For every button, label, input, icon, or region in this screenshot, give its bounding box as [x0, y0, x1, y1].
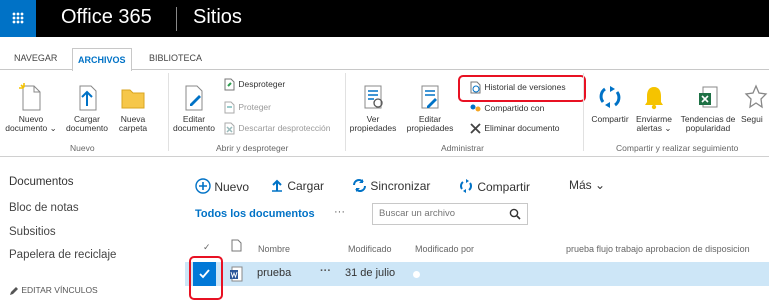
new-command-label: Nuevo: [214, 180, 250, 194]
group-label-nuevo: Nuevo: [70, 143, 95, 153]
add-circle-icon: [195, 178, 211, 194]
row-modified: 31 de julio: [345, 267, 396, 279]
shared-with-label: Compartido con: [484, 102, 545, 113]
tab-navegar[interactable]: NAVEGAR: [9, 49, 62, 68]
new-document-label-2: documento ⌄: [5, 123, 57, 133]
nav-item-bloc-de-notas[interactable]: Bloc de notas: [9, 202, 79, 214]
nav-item-documentos[interactable]: Documentos: [9, 176, 74, 188]
share-label: Compartir: [591, 114, 629, 124]
column-header-modificado-por[interactable]: Modificado por: [415, 244, 474, 254]
edit-document-button[interactable]: Editar documento: [170, 82, 218, 133]
folder-icon: [121, 89, 145, 109]
presence-indicator: [413, 271, 420, 278]
word-document-icon: [230, 266, 243, 282]
excel-icon: [699, 86, 718, 108]
version-history-highlight: [458, 75, 586, 102]
upload-document-button[interactable]: Cargar documento: [64, 82, 110, 133]
new-document-icon: [19, 83, 41, 111]
upload-command[interactable]: Cargar: [270, 178, 324, 193]
checkbox-highlight: [189, 256, 223, 300]
group-label-compartir: Compartir y realizar seguimiento: [616, 143, 739, 153]
popularity-trends-button[interactable]: Tendencias de popularidad: [677, 82, 739, 133]
site-title[interactable]: Sitios: [193, 6, 242, 29]
shared-with-icon: [470, 104, 481, 112]
app-title[interactable]: Office 365: [61, 6, 152, 29]
column-header-nombre[interactable]: Nombre: [258, 244, 290, 254]
search-input[interactable]: [373, 204, 507, 222]
column-header-modificado[interactable]: Modificado: [348, 244, 392, 254]
share-button[interactable]: Compartir: [586, 82, 634, 124]
group-label-administrar: Administrar: [441, 143, 484, 153]
checkin-icon: [224, 101, 235, 114]
delete-icon: [470, 123, 481, 134]
alert-me-button[interactable]: Enviarme alertas ⌄: [632, 82, 676, 133]
discard-checkout-icon: [224, 122, 235, 135]
file-type-header-icon: [231, 239, 242, 252]
edit-document-icon: [185, 85, 203, 111]
edit-properties-button[interactable]: Editar propiedades: [404, 82, 456, 133]
follow-label: Segui: [741, 114, 763, 124]
checkout-icon: [224, 78, 235, 91]
group-label-abrir: Abrir y desproteger: [216, 143, 289, 153]
search-icon[interactable]: [509, 208, 521, 220]
suite-bar-divider: [176, 7, 177, 31]
view-properties-button[interactable]: Ver propiedades: [347, 82, 399, 133]
delete-document-button[interactable]: Eliminar documento: [469, 122, 560, 135]
follow-button[interactable]: Segui: [741, 82, 769, 124]
discard-checkout-button[interactable]: Descartar desprotección: [223, 122, 331, 135]
sync-command[interactable]: Sincronizar: [352, 178, 430, 193]
edit-properties-icon: [421, 85, 439, 109]
view-all-documents[interactable]: Todos los documentos: [195, 208, 315, 220]
upload-command-label: Cargar: [287, 179, 325, 193]
waffle-icon: [12, 12, 24, 24]
new-folder-button[interactable]: Nueva carpeta: [112, 82, 154, 133]
discard-checkout-label: Descartar desprotección: [238, 122, 331, 133]
checkout-button[interactable]: Desproteger: [223, 78, 285, 91]
share-icon: [599, 86, 621, 108]
bell-icon: [645, 87, 663, 110]
shared-with-button[interactable]: Compartido con: [469, 102, 544, 115]
app-launcher-button[interactable]: [0, 0, 36, 37]
group-divider: [345, 73, 346, 151]
edit-links-label: EDITAR VÍNCULOS: [21, 285, 98, 295]
edit-links-button[interactable]: EDITAR VÍNCULOS: [9, 285, 98, 296]
delete-document-label: Eliminar documento: [484, 122, 560, 133]
tab-biblioteca[interactable]: BIBLIOTECA: [144, 49, 207, 68]
upload-icon: [79, 85, 97, 111]
group-divider: [168, 73, 169, 151]
view-properties-label-2: propiedades: [349, 123, 397, 133]
alert-me-label-2: alertas ⌄: [636, 123, 672, 133]
group-divider: [583, 73, 584, 151]
upload-arrow-icon: [272, 179, 282, 192]
popularity-trends-label-2: popularidad: [685, 123, 731, 133]
edit-properties-label-2: propiedades: [406, 123, 454, 133]
edit-document-label-2: documento: [172, 123, 216, 133]
column-header-flujo-trabajo[interactable]: prueba flujo trabajo aprobacion de dispo…: [566, 244, 769, 254]
pencil-icon: [10, 286, 18, 295]
more-command[interactable]: Más ⌄: [569, 178, 605, 192]
row-name[interactable]: prueba: [257, 267, 291, 279]
select-all-check[interactable]: ✓: [203, 242, 211, 253]
star-icon: [744, 84, 768, 109]
checkin-label: Proteger: [238, 101, 271, 112]
share-command-icon: [460, 179, 472, 193]
checkin-button[interactable]: Proteger: [223, 101, 271, 114]
sync-command-label: Sincronizar: [370, 179, 431, 193]
share-command[interactable]: Compartir: [458, 178, 530, 194]
nav-item-papelera[interactable]: Papelera de reciclaje: [9, 249, 116, 261]
search-box[interactable]: [372, 203, 528, 225]
view-properties-icon: [364, 85, 383, 109]
view-more-ellipsis[interactable]: ···: [334, 206, 345, 218]
tab-archivos[interactable]: ARCHIVOS: [72, 48, 132, 71]
sync-icon: [353, 179, 366, 192]
nav-item-subsitios[interactable]: Subsitios: [9, 226, 56, 238]
upload-label-2: documento: [65, 123, 109, 133]
new-command[interactable]: Nuevo: [195, 178, 249, 194]
new-folder-label-2: carpeta: [118, 123, 148, 133]
new-document-button[interactable]: Nuevo documento ⌄: [2, 82, 60, 133]
share-command-label: Compartir: [477, 180, 531, 194]
row-menu-ellipsis[interactable]: ···: [320, 265, 331, 277]
checkout-label: Desproteger: [238, 78, 286, 89]
